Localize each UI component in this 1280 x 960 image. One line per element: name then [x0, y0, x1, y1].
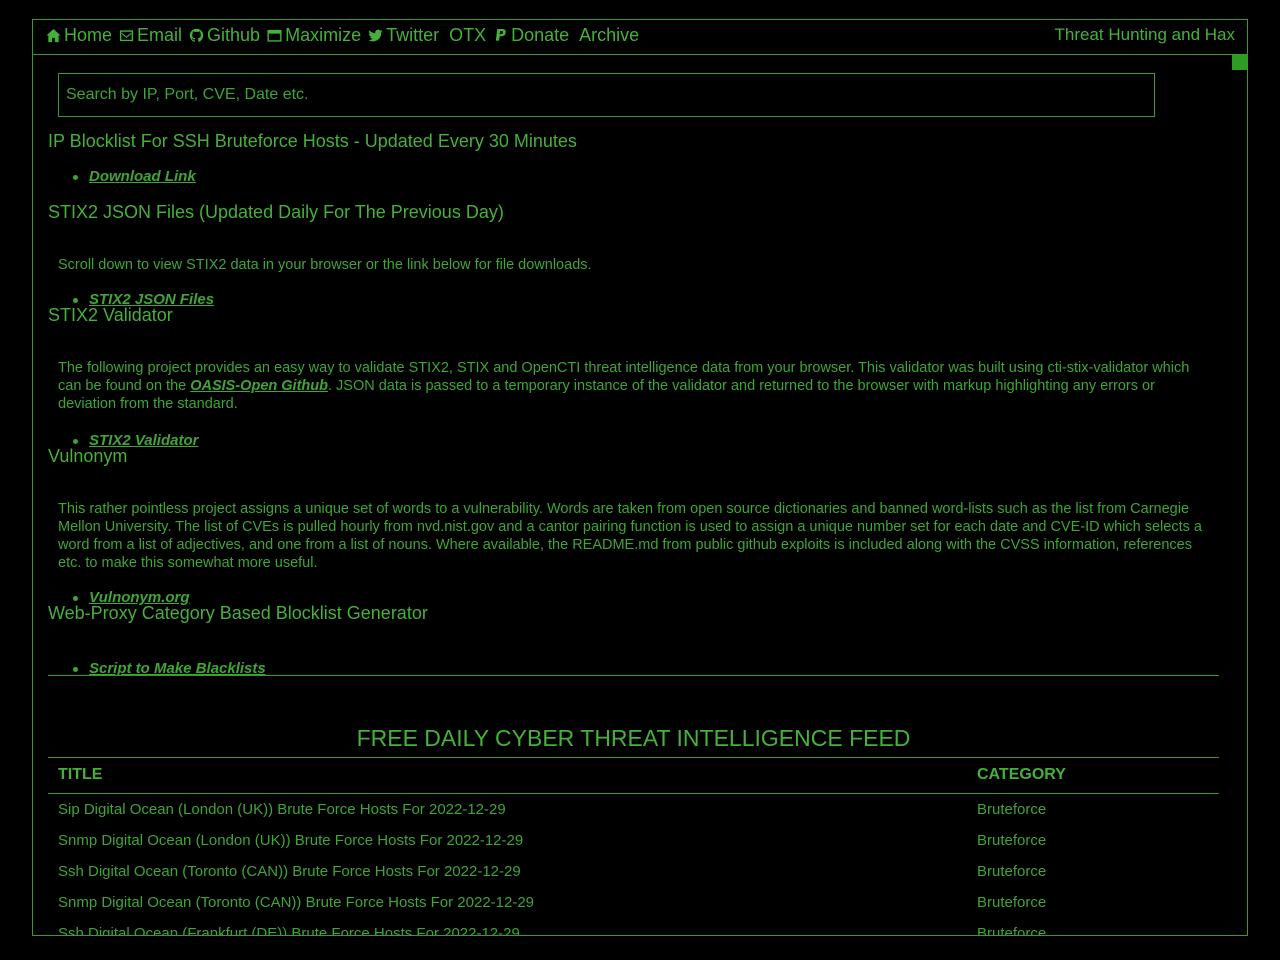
twitter-icon	[367, 28, 383, 44]
nav-twitter-link[interactable]: Twitter	[367, 25, 439, 46]
bullet	[73, 439, 78, 444]
table-header-row: TITLE CATEGORY	[48, 757, 1219, 794]
stix2-validator-description: The following project provides an easy w…	[58, 359, 1208, 413]
nav-twitter-label: Twitter	[386, 25, 440, 45]
feed-title: FREE DAILY CYBER THREAT INTELLIGENCE FEE…	[356, 725, 911, 751]
row-category: Bruteforce	[977, 801, 1047, 818]
window-maximize-icon	[266, 28, 282, 44]
envelope-icon	[118, 28, 134, 44]
row-title[interactable]: Ssh Digital Ocean (Toronto (CAN)) Brute …	[48, 856, 967, 887]
table-row[interactable]: Snmp Digital Ocean (Toronto (CAN)) Brute…	[48, 887, 1219, 918]
nav-maximize-link[interactable]: Maximize	[266, 25, 361, 46]
ssh-blocklist-heading: IP Blocklist For SSH Bruteforce Hosts - …	[48, 131, 577, 151]
row-category: Bruteforce	[977, 863, 1047, 880]
feed-table: TITLE CATEGORY Sip Digital Ocean (London…	[48, 757, 1219, 936]
vulnonym-description: This rather pointless project assigns a …	[58, 501, 1202, 571]
row-category: Bruteforce	[977, 832, 1047, 849]
vulnonym-heading: Vulnonym	[48, 446, 128, 466]
table-row[interactable]: Ssh Digital Ocean (Toronto (CAN)) Brute …	[48, 856, 1219, 887]
web-proxy-heading: Web-Proxy Category Based Blocklist Gener…	[48, 603, 428, 623]
nav-archive-link[interactable]: Archive	[579, 25, 639, 46]
row-category: Bruteforce	[977, 894, 1047, 911]
oasis-open-github-link[interactable]: OASIS-Open Github	[190, 378, 328, 394]
nav-donate-label: Donate	[511, 25, 570, 45]
scrollbar-thumb[interactable]	[1232, 55, 1247, 70]
nav-links: Home Email Github Maximize Twitter OTX D…	[45, 25, 645, 46]
nav-home-label: Home	[64, 25, 113, 45]
row-title[interactable]: Sip Digital Ocean (London (UK)) Brute Fo…	[48, 794, 967, 826]
row-title[interactable]: Snmp Digital Ocean (Toronto (CAN)) Brute…	[48, 887, 967, 918]
nav-email-label: Email	[137, 25, 183, 45]
page-frame: Home Email Github Maximize Twitter OTX D…	[32, 19, 1248, 936]
column-header-category[interactable]: CATEGORY	[967, 757, 1219, 794]
paypal-icon	[492, 28, 508, 44]
download-link[interactable]: Download Link	[89, 168, 196, 185]
row-title[interactable]: Ssh Digital Ocean (Frankfurt (DE)) Brute…	[48, 918, 967, 935]
nav-donate-link[interactable]: Donate	[492, 25, 569, 46]
nav-otx-label: OTX	[449, 25, 487, 45]
bullet	[73, 596, 78, 601]
column-header-title[interactable]: TITLE	[48, 757, 967, 794]
table-row[interactable]: Sip Digital Ocean (London (UK)) Brute Fo…	[48, 794, 1219, 826]
navbar: Home Email Github Maximize Twitter OTX D…	[33, 20, 1247, 55]
nav-email-link[interactable]: Email	[118, 25, 182, 46]
stix2-validator-heading: STIX2 Validator	[48, 305, 173, 325]
site-brand[interactable]: Threat Hunting and Hax	[1055, 25, 1236, 45]
bullet	[73, 667, 78, 672]
row-title[interactable]: Snmp Digital Ocean (London (UK)) Brute F…	[48, 825, 967, 856]
table-row[interactable]: Ssh Digital Ocean (Frankfurt (DE)) Brute…	[48, 918, 1219, 936]
divider	[48, 675, 1219, 676]
bullet	[73, 298, 78, 303]
bullet	[73, 175, 78, 180]
nav-github-link[interactable]: Github	[188, 25, 260, 46]
nav-otx-link[interactable]: OTX	[449, 25, 486, 46]
stix2-json-heading: STIX2 JSON Files (Updated Daily For The …	[48, 202, 504, 222]
nav-home-link[interactable]: Home	[45, 25, 112, 46]
github-icon	[188, 28, 204, 44]
nav-archive-label: Archive	[579, 25, 640, 45]
list-item: Download Link	[73, 168, 196, 185]
table-row[interactable]: Snmp Digital Ocean (London (UK)) Brute F…	[48, 825, 1219, 856]
nav-github-label: Github	[207, 25, 261, 45]
home-icon	[45, 28, 61, 44]
row-category: Bruteforce	[977, 925, 1047, 936]
search-input[interactable]	[58, 73, 1155, 117]
stix2-json-description: Scroll down to view STIX2 data in your b…	[58, 257, 592, 273]
nav-maximize-label: Maximize	[285, 25, 362, 45]
